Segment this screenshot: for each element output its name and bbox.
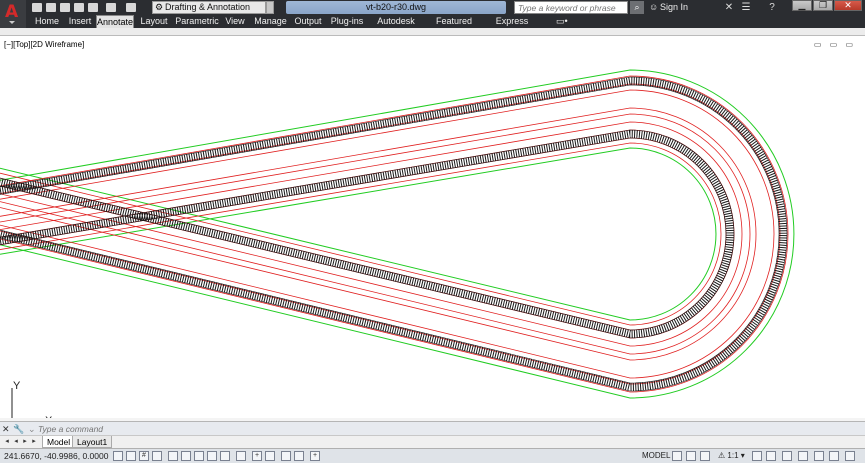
exchange-icon[interactable]: ✕	[723, 2, 735, 13]
help-icon[interactable]: ?	[766, 2, 778, 13]
chevron-down-icon	[9, 21, 15, 24]
tab-manage[interactable]: Manage	[254, 15, 287, 28]
tie-edge-a-0	[0, 84, 780, 384]
sign-in-label: Sign In	[660, 2, 689, 12]
minimize-button[interactable]: ▁	[792, 0, 812, 11]
close-button[interactable]: ✕	[834, 0, 862, 11]
viewport-window-controls[interactable]: ▭ ▭ ▭	[814, 40, 856, 49]
command-input[interactable]	[38, 423, 538, 435]
hardware-acceleration-icon[interactable]	[814, 451, 824, 461]
isolate-objects-icon[interactable]	[829, 451, 839, 461]
tab-view[interactable]: View	[224, 15, 246, 28]
user-icon: ☺	[649, 2, 659, 12]
sign-in-button[interactable]: ☺ Sign In	[649, 1, 688, 14]
command-prompt-icon[interactable]: ⌄	[28, 422, 36, 436]
open-file-icon[interactable]	[46, 3, 56, 12]
object-snap-tracking-icon[interactable]	[207, 451, 217, 461]
undo-icon[interactable]	[106, 3, 116, 12]
gear-icon: ⚙	[155, 2, 164, 12]
application-menu-button[interactable]: A	[0, 0, 26, 28]
search-input[interactable]	[514, 1, 628, 14]
title-bar: ⚙ Drafting & Annotation vt-b20-r30.dwg ⌕…	[0, 0, 865, 15]
tab-featured-apps[interactable]: Featured Apps	[427, 15, 481, 39]
ortho-mode-icon[interactable]	[152, 451, 162, 461]
annotation-visibility-icon[interactable]	[752, 451, 762, 461]
layout-tabs-bar: ◂ ◂ ▸ ▸ Model Layout1	[0, 435, 865, 448]
transparency-icon[interactable]	[265, 451, 275, 461]
search-icon[interactable]: ⌕	[630, 1, 644, 14]
tab-output[interactable]: Output	[293, 15, 323, 28]
first-layout-button[interactable]: ◂	[3, 437, 11, 447]
tab-insert[interactable]: Insert	[66, 15, 94, 28]
tab-layout1[interactable]: Layout1	[72, 436, 113, 448]
dynamic-input-icon[interactable]	[236, 451, 246, 461]
selection-cycling-icon[interactable]	[294, 451, 304, 461]
tab-annotate[interactable]: Annotate	[96, 15, 134, 28]
rail-line-1	[0, 83, 781, 385]
quick-view-layouts-icon[interactable]	[672, 451, 682, 461]
document-title: vt-b20-r30.dwg	[286, 1, 506, 14]
rail-line-4	[0, 113, 751, 355]
track-loop-drawing	[0, 69, 795, 399]
ribbon-panel-collapsed	[0, 28, 865, 36]
tab-autodesk-360[interactable]: Autodesk 360	[370, 15, 422, 39]
rail-line-5	[0, 121, 743, 347]
lineweight-icon[interactable]: +	[252, 451, 262, 461]
object-snap-icon[interactable]	[181, 451, 191, 461]
model-space-button[interactable]: MODEL	[642, 450, 670, 462]
viewport-controls-label[interactable]: [−][Top][2D Wireframe]	[4, 40, 84, 49]
cursor-coordinates: 241.6670, -40.9986, 0.0000	[4, 451, 109, 461]
quick-properties-icon[interactable]	[281, 451, 291, 461]
polar-tracking-icon[interactable]	[168, 451, 178, 461]
allow-disallow-ucs-icon[interactable]	[220, 451, 230, 461]
drawing-canvas[interactable]: [−][Top][2D Wireframe] ▭ ▭ ▭ Y X	[0, 36, 865, 427]
pan-icon[interactable]	[700, 451, 710, 461]
snap-mode-icon[interactable]	[126, 451, 136, 461]
save-as-icon[interactable]	[74, 3, 84, 12]
next-layout-button[interactable]: ▸	[21, 437, 29, 447]
wrench-icon[interactable]: 🔧	[13, 422, 24, 436]
annotation-scale-button[interactable]: ⚠ 1:1 ▾	[718, 450, 745, 462]
autocad-logo-icon: A	[5, 2, 19, 22]
infer-constraints-icon[interactable]	[113, 451, 123, 461]
tab-parametric[interactable]: Parametric	[175, 15, 219, 28]
command-line: ✕ 🔧 ⌄	[0, 421, 865, 435]
status-bar: 241.6670, -40.9986, 0.0000 # + + MODEL ⚠…	[0, 448, 865, 463]
annotation-monitor-icon[interactable]: +	[310, 451, 320, 461]
community-icon[interactable]: ☰	[740, 2, 752, 13]
tab-model[interactable]: Model	[42, 436, 76, 448]
ribbon-tab-bar: Home Insert Annotate Layout Parametric V…	[26, 15, 865, 39]
workspace-dropdown-button[interactable]	[266, 1, 274, 14]
plot-icon[interactable]	[88, 3, 98, 12]
ribbon-display-toggle[interactable]: ▭•	[556, 16, 568, 27]
redo-icon[interactable]	[126, 3, 136, 12]
tab-home[interactable]: Home	[32, 15, 62, 28]
workspace-switching-icon[interactable]	[782, 451, 792, 461]
new-file-icon[interactable]	[32, 3, 42, 12]
status-bar-menu-icon[interactable]	[845, 451, 855, 461]
quick-view-drawings-icon[interactable]	[686, 451, 696, 461]
workspace-label: Drafting & Annotation	[165, 2, 251, 12]
last-layout-button[interactable]: ▸	[30, 437, 38, 447]
auto-scale-icon[interactable]	[766, 451, 776, 461]
maximize-button[interactable]: ❐	[813, 0, 833, 11]
workspace-selector[interactable]: ⚙ Drafting & Annotation	[152, 1, 266, 14]
tab-express-tools[interactable]: Express Tools	[486, 15, 538, 39]
grid-display-icon[interactable]: #	[139, 451, 149, 461]
3d-object-snap-icon[interactable]	[194, 451, 204, 461]
ucs-y-label: Y	[13, 380, 21, 392]
tab-plug-ins[interactable]: Plug-ins	[329, 15, 365, 28]
previous-layout-button[interactable]: ◂	[12, 437, 20, 447]
close-icon[interactable]: ✕	[2, 422, 10, 436]
save-icon[interactable]	[60, 3, 70, 12]
rail-line-2	[0, 89, 775, 379]
lock-icon[interactable]	[798, 451, 808, 461]
tab-layout[interactable]: Layout	[139, 15, 169, 28]
